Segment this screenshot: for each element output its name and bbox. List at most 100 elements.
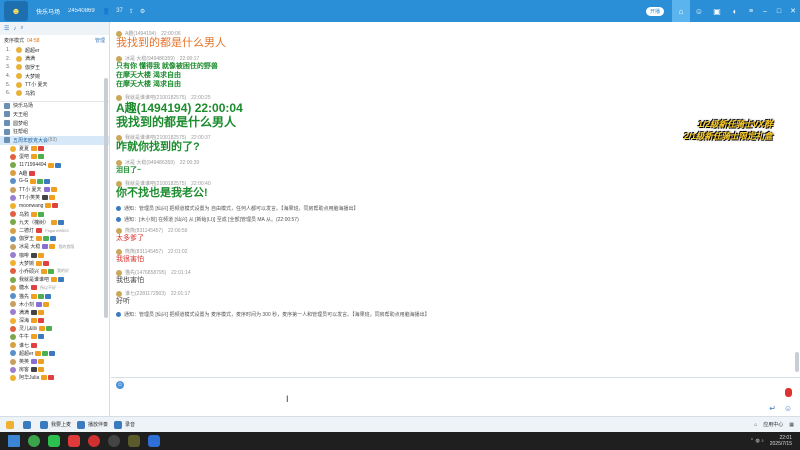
yy-app-icon[interactable] <box>128 435 140 447</box>
member-item[interactable]: 蛋吧 <box>0 153 109 161</box>
gift-icon[interactable]: ⌂ <box>754 422 757 428</box>
member-item[interactable]: G-G <box>0 177 109 185</box>
mic-list-icon[interactable]: ♪ <box>13 26 16 32</box>
people-icon[interactable]: ☺ <box>690 0 708 22</box>
member-item[interactable]: 阿华Julia <box>0 374 109 382</box>
member-item[interactable]: 1171994494 <box>0 161 109 169</box>
sender-avatar[interactable] <box>116 227 122 234</box>
message-input-area[interactable]: ☺ I ↵ ☺ <box>111 377 800 416</box>
browser-icon[interactable] <box>28 435 40 447</box>
queue-item[interactable]: 4. 大梦婉 <box>0 72 109 81</box>
send-icon[interactable]: ↵ <box>769 404 776 413</box>
sender-avatar[interactable] <box>116 30 122 37</box>
member-item[interactable]: TT小 夏天 <box>0 185 109 193</box>
media-icon[interactable] <box>108 435 120 447</box>
app-center-link[interactable]: 应用中心 <box>763 421 783 428</box>
member-item[interactable]: 房客 <box>0 366 109 374</box>
channel-item[interactable]: 五周年欧克大会 (83) <box>0 135 109 145</box>
member-item[interactable]: 伽罗王 <box>0 235 109 243</box>
tray-icons[interactable]: ⌃ ◍ ♪ <box>750 438 764 444</box>
avatar-icon[interactable] <box>6 420 14 429</box>
skin-icon[interactable]: ◐ <box>726 0 744 22</box>
member-item[interactable]: 冰是 大稳 我的首版 <box>0 243 109 251</box>
queue-item[interactable]: 3. 伽罗王 <box>0 63 109 72</box>
chat-scrollbar[interactable] <box>795 352 799 372</box>
sender-avatar[interactable] <box>116 248 122 255</box>
sender-name[interactable]: 我就是谁谁吧(2100182575) <box>125 180 186 187</box>
sender-name[interactable]: 我就是谁谁吧(2100182575) <box>125 94 186 101</box>
sender-name[interactable]: 猫先(1476858795) <box>125 269 166 276</box>
channel-item[interactable]: 狂帮组 <box>0 127 109 136</box>
sender-name[interactable]: 我就是谁谁吧(2100182575) <box>125 134 186 141</box>
game-icon[interactable]: ▣ <box>708 0 726 22</box>
member-item[interactable]: 乌鸦 <box>0 210 109 218</box>
app-blue-icon[interactable] <box>148 435 160 447</box>
sender-name[interactable]: 熊熊(831145457) <box>125 227 163 234</box>
member-item[interactable]: 我就是谁谁吧 <box>0 276 109 284</box>
microphone-icon[interactable] <box>785 388 792 397</box>
member-item[interactable]: 咖啡 <box>0 251 109 259</box>
member-item[interactable]: 二德灯 Pagani99503 <box>0 226 109 234</box>
settings-icon[interactable]: ⚙ <box>140 8 145 15</box>
member-item[interactable]: 小乔硕兴 我的好 <box>0 267 109 275</box>
search-icon[interactable]: ⌕ <box>20 25 23 32</box>
sender-avatar[interactable] <box>116 94 122 101</box>
channel-item[interactable]: 天王组 <box>0 110 109 119</box>
emoji-icon[interactable]: ☺ <box>116 381 124 389</box>
manage-link[interactable]: 管理 <box>95 37 105 44</box>
volume-icon[interactable] <box>23 420 31 429</box>
member-item[interactable]: 超超er <box>0 349 109 357</box>
member-item[interactable]: 猫先 <box>0 292 109 300</box>
share-icon[interactable]: ⇪ <box>129 8 134 15</box>
start-icon[interactable] <box>8 435 20 447</box>
queue-item[interactable]: 1. 超超er <box>0 46 109 55</box>
member-item[interactable]: 夏夏 <box>0 145 109 153</box>
member-item[interactable]: 谁七 <box>0 341 109 349</box>
member-item[interactable]: A趣 <box>0 169 109 177</box>
minimize-icon[interactable]: – <box>758 0 772 22</box>
sender-avatar[interactable] <box>116 55 122 62</box>
member-item[interactable]: 满满 <box>0 308 109 316</box>
join-mic-button[interactable]: 我要上麦 <box>40 420 71 429</box>
member-item[interactable]: 深海 <box>0 316 109 324</box>
member-item[interactable]: 九天（槐树） <box>0 218 109 226</box>
home-icon[interactable]: ⌂ <box>672 0 690 22</box>
member-item[interactable]: 灵儿&lili <box>0 325 109 333</box>
sender-name[interactable]: 冰是 大稳(949486359) <box>125 159 175 166</box>
member-item[interactable]: TT小笑笑 <box>0 194 109 202</box>
sender-avatar[interactable] <box>116 269 122 276</box>
channel-item[interactable]: 圆梦组 <box>0 119 109 128</box>
sender-name[interactable]: 谁七(2281172903) <box>125 290 166 297</box>
clock[interactable]: 22:01 2025/7/15 <box>770 435 792 447</box>
app-circle-icon[interactable] <box>88 435 100 447</box>
sender-name[interactable]: 冰是 大稳(949486359) <box>125 55 175 62</box>
record-button[interactable]: 录音 <box>114 420 135 429</box>
list-icon[interactable]: ☰ <box>4 25 9 32</box>
sender-name[interactable]: A趣(1494194) <box>125 30 156 37</box>
queue-item[interactable]: 5. TT小 夏天 <box>0 80 109 89</box>
play-accompaniment-button[interactable]: 播放伴奏 <box>77 420 108 429</box>
queue-item[interactable]: 6. 乌鸦 <box>0 89 109 98</box>
wechat-icon[interactable] <box>48 435 60 447</box>
sender-name[interactable]: 熊熊(831145457) <box>125 248 163 255</box>
live-badge[interactable]: 开播 <box>645 6 664 16</box>
grid-icon[interactable]: ▦ <box>789 422 794 428</box>
left-scrollbar[interactable] <box>104 78 108 318</box>
sender-avatar[interactable] <box>116 290 122 297</box>
menu-icon[interactable]: ≡ <box>744 0 758 22</box>
sender-avatar[interactable] <box>116 180 122 187</box>
member-item[interactable]: 大梦婉 <box>0 259 109 267</box>
queue-item[interactable]: 2. 满满 <box>0 55 109 64</box>
sender-avatar[interactable] <box>116 159 122 166</box>
sender-avatar[interactable] <box>116 134 122 141</box>
close-icon[interactable]: ✕ <box>786 0 800 22</box>
maximize-icon[interactable]: □ <box>772 0 786 22</box>
channel-item[interactable]: 快乐马场 <box>0 102 109 111</box>
member-item[interactable]: moonwang <box>0 202 109 210</box>
member-item[interactable]: 木小刻 <box>0 300 109 308</box>
member-item[interactable]: 糖水 所以不好 <box>0 284 109 292</box>
member-item[interactable]: 英英 <box>0 357 109 365</box>
member-item[interactable]: 牛牛 <box>0 333 109 341</box>
more-icon[interactable]: ☺ <box>784 404 792 413</box>
app-logo-icon[interactable]: ☻ <box>4 1 28 21</box>
